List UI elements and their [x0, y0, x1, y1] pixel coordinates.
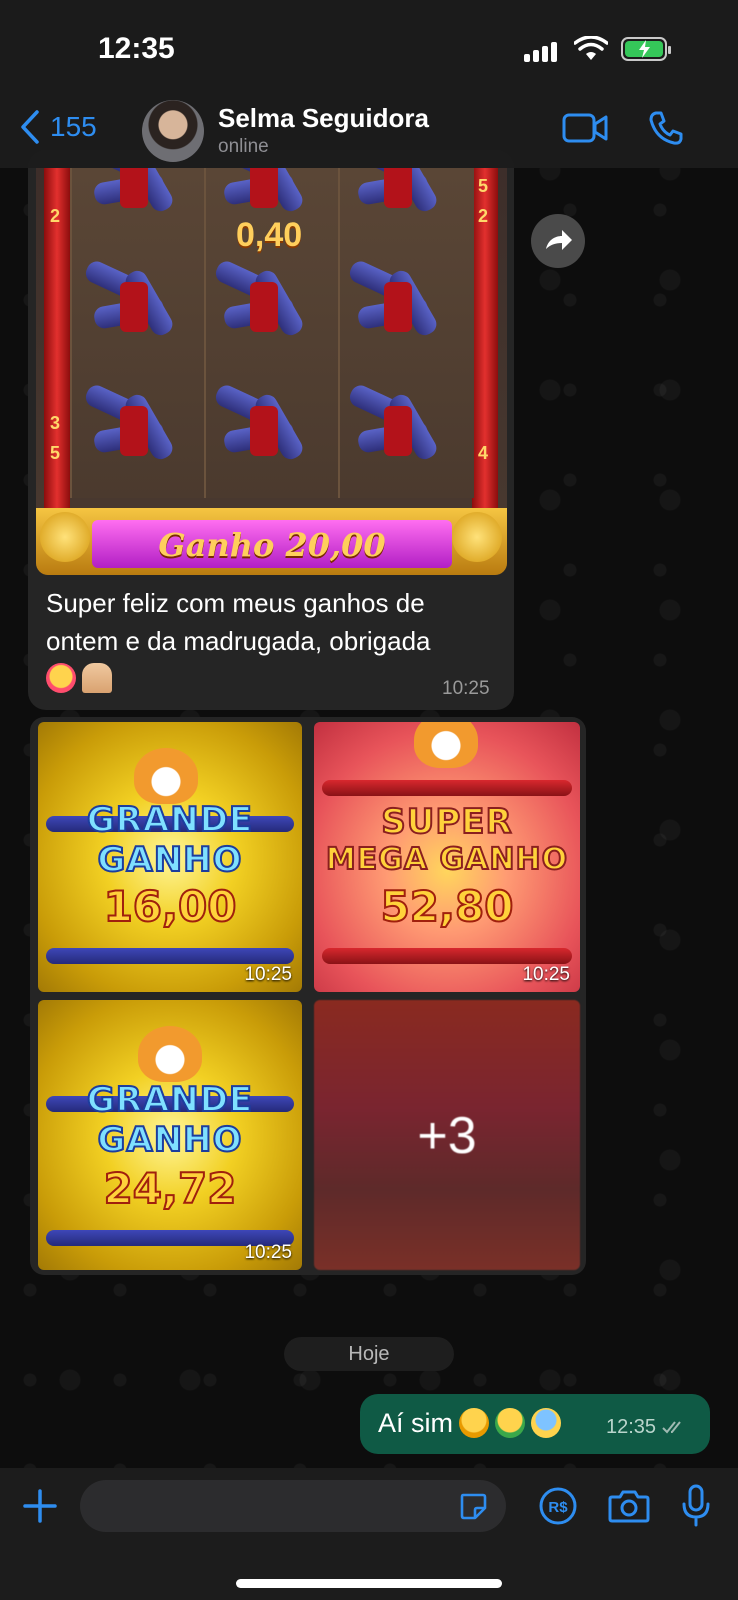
money-mouth-icon — [495, 1408, 526, 1438]
line-win-amount: 0,40 — [236, 216, 303, 254]
gold-coin-icon — [40, 512, 90, 562]
chat-header: 12:35 155 Selma Seguidora online — [0, 0, 738, 168]
tile-title-line2: GANHO — [96, 839, 243, 881]
tile-amount: 24,72 — [103, 1163, 238, 1214]
tile-time: 10:25 — [522, 964, 570, 985]
outgoing-text: Aí sim — [378, 1408, 454, 1438]
message-caption: Super feliz com meus ganhos de ontem e d… — [46, 584, 501, 698]
tile-amount: 52,80 — [380, 881, 515, 932]
firecracker-symbol — [212, 258, 310, 352]
sticker-icon[interactable] — [458, 1491, 488, 1521]
ribbon-decoration — [46, 948, 294, 964]
tile-title-line2: MEGA GANHO — [325, 841, 569, 878]
tile-time: 10:25 — [244, 964, 292, 985]
tiger-mascot — [138, 1026, 202, 1082]
win-banner: Ganho 20,00 — [36, 508, 507, 575]
tile-title-line2: GANHO — [96, 1119, 243, 1161]
chevron-left-icon — [21, 110, 39, 144]
firecracker-symbol — [346, 382, 444, 476]
svg-text:R$: R$ — [548, 1499, 568, 1516]
outgoing-message-bubble[interactable]: Aí sim 12:35 — [360, 1394, 710, 1454]
firecracker-symbol — [82, 382, 180, 476]
win-banner-label: Ganho — [158, 526, 275, 564]
screaming-face-icon — [531, 1408, 562, 1438]
payment-icon[interactable]: R$ — [538, 1486, 578, 1526]
video-call-icon[interactable] — [562, 112, 608, 144]
home-indicator — [236, 1579, 502, 1588]
star-struck-icon — [459, 1408, 490, 1438]
wifi-icon — [574, 36, 608, 60]
outgoing-time: 12:35 — [606, 1416, 688, 1439]
read-receipt-icon — [661, 1421, 681, 1434]
battery-charging-icon — [621, 37, 671, 61]
camera-icon[interactable] — [608, 1488, 650, 1524]
album-image-1[interactable]: GRANDE GANHO 16,00 10:25 — [38, 722, 302, 992]
phone-icon[interactable] — [648, 110, 684, 146]
contact-name[interactable]: Selma Seguidora — [218, 103, 429, 134]
date-divider: Hoje — [284, 1337, 454, 1371]
slot-screenshot-image[interactable]: 2 3 5 5 2 4 0,40 Ganho 20,00 — [36, 168, 507, 575]
caption-text: Super feliz com meus ganhos de ontem e d… — [46, 588, 431, 656]
win-banner-value: 20,00 — [285, 526, 386, 564]
gold-coin-icon — [452, 512, 502, 562]
ribbon-decoration — [322, 948, 572, 964]
microphone-icon[interactable] — [680, 1484, 712, 1528]
album-more-tile[interactable]: +3 — [314, 1000, 580, 1270]
ribbon-decoration — [322, 780, 572, 796]
firecracker-symbol — [346, 168, 444, 228]
cellular-signal-icon — [524, 40, 560, 62]
back-button[interactable]: 155 — [20, 110, 97, 144]
smiling-face-with-hearts-icon — [46, 663, 76, 693]
tiger-mascot — [414, 722, 478, 768]
plus-icon[interactable] — [22, 1488, 58, 1524]
folded-hands-icon — [82, 663, 112, 693]
firecracker-symbol — [82, 168, 180, 228]
firecracker-symbol — [212, 382, 310, 476]
tile-amount: 16,00 — [103, 881, 238, 932]
message-time: 10:25 — [442, 678, 490, 699]
tile-title-line1: GRANDE — [86, 799, 254, 841]
firecracker-symbol — [346, 258, 444, 352]
contact-status: online — [218, 136, 269, 157]
album-more-count: +3 — [417, 1107, 477, 1165]
contact-avatar[interactable] — [142, 100, 204, 162]
forward-arrow-icon — [546, 230, 572, 250]
reel-pillar-right: 5 2 4 — [472, 168, 498, 508]
tile-time: 10:25 — [244, 1242, 292, 1263]
status-time: 12:35 — [98, 32, 175, 65]
message-input[interactable] — [80, 1480, 506, 1532]
tile-title-line1: SUPER — [380, 801, 513, 843]
firecracker-symbol — [82, 258, 180, 352]
reel-pillar-left: 2 3 5 — [44, 168, 70, 508]
unread-count: 155 — [50, 111, 97, 142]
tiger-mascot — [134, 748, 198, 804]
album-image-3[interactable]: GRANDE GANHO 24,72 10:25 — [38, 1000, 302, 1270]
album-image-2[interactable]: SUPER MEGA GANHO 52,80 10:25 — [314, 722, 580, 992]
forward-button[interactable] — [531, 214, 585, 268]
tile-title-line1: GRANDE — [86, 1079, 254, 1121]
